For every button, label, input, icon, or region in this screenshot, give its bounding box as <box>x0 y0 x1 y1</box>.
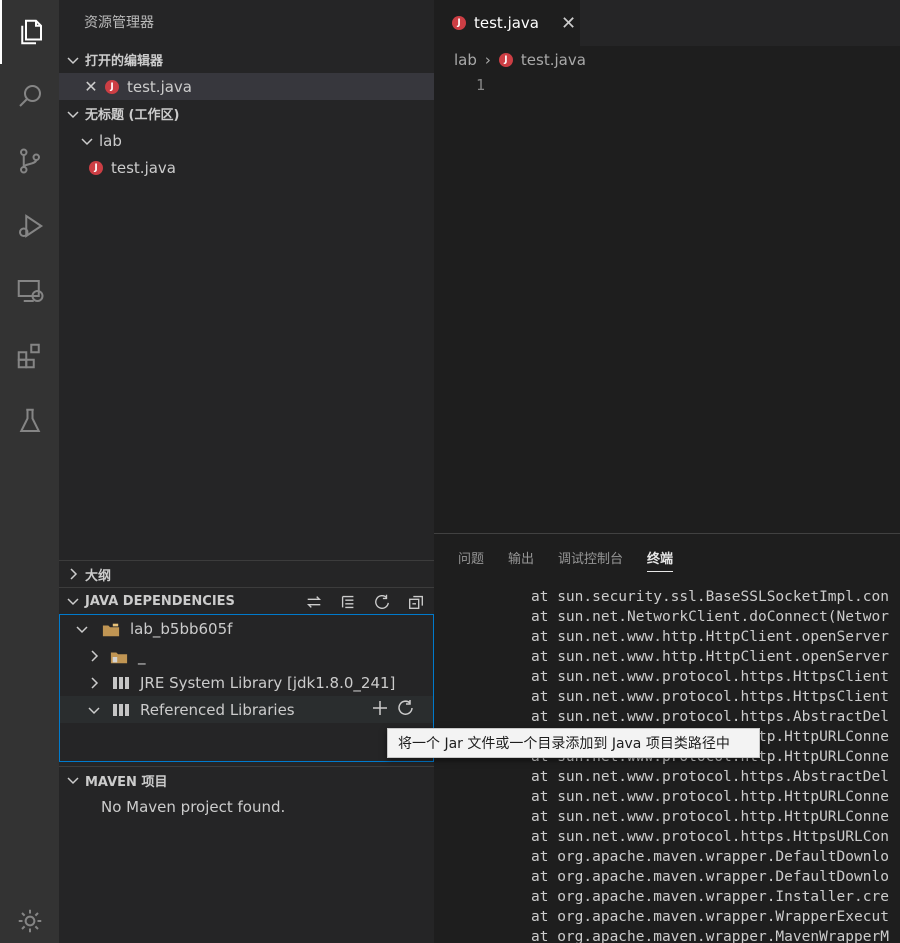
java-dependencies-title: JAVA DEPENDENCIES <box>85 593 235 609</box>
testing-icon[interactable] <box>0 389 59 453</box>
terminal-line: at sun.security.ssl.BaseSSLSocketImpl.co… <box>531 589 889 605</box>
workspace-header[interactable]: 无标题 (工作区) <box>59 100 434 127</box>
chevron-down-icon <box>65 106 81 122</box>
java-file-icon: J <box>89 160 103 175</box>
tab-debug-console[interactable]: 调试控制台 <box>558 534 623 580</box>
terminal-line: at sun.net.www.http.HttpClient.openServe… <box>531 629 889 645</box>
dependency-label: Referenced Libraries <box>140 700 295 719</box>
extensions-icon[interactable] <box>0 324 59 388</box>
terminal-line: at org.apache.maven.wrapper.Installer.cr… <box>531 889 889 905</box>
maven-title: MAVEN 项目 <box>85 774 168 790</box>
breadcrumb-file[interactable]: test.java <box>521 51 586 69</box>
search-icon[interactable] <box>0 64 59 128</box>
terminal-line: at org.apache.maven.wrapper.WrapperExecu… <box>531 909 889 925</box>
close-icon[interactable]: ✕ <box>561 13 576 34</box>
terminal-line: at org.apache.maven.wrapper.MavenWrapper… <box>531 929 889 943</box>
folder-lab[interactable]: lab <box>59 127 434 154</box>
tab-output[interactable]: 输出 <box>508 534 534 580</box>
library-icon <box>112 703 130 717</box>
explorer-sidebar: 资源管理器 打开的编辑器 ✕ J test.java 无标题 (工作区) lab… <box>59 0 434 943</box>
source-control-icon[interactable] <box>0 129 59 193</box>
open-editor-item[interactable]: ✕ J test.java <box>59 73 434 100</box>
hierarchy-view-icon[interactable] <box>338 592 358 612</box>
tooltip: 将一个 Jar 文件或一个目录添加到 Java 项目类路径中 <box>387 728 760 758</box>
terminal-line: at org.apache.maven.wrapper.DefaultDownl… <box>531 849 889 865</box>
panel-tabs: 问题 输出 调试控制台 终端 <box>434 534 900 580</box>
close-icon[interactable]: ✕ <box>83 77 99 96</box>
project-folder-icon <box>102 622 120 636</box>
java-file-icon: J <box>498 52 513 67</box>
file-test-java[interactable]: J test.java <box>59 154 434 181</box>
folder-label: lab <box>99 131 122 150</box>
maven-header[interactable]: MAVEN 项目 <box>59 766 434 793</box>
editor-tabs: J test.java ✕ <box>434 0 900 46</box>
tab-problems[interactable]: 问题 <box>458 534 484 580</box>
chevron-right-icon <box>65 566 81 582</box>
maven-empty-message: No Maven project found. <box>101 797 286 816</box>
open-editors-header[interactable]: 打开的编辑器 <box>59 46 434 73</box>
activity-bar <box>0 0 59 943</box>
dependency-label: JRE System Library [jdk1.8.0_241] <box>140 673 396 692</box>
settings-gear-icon[interactable] <box>0 898 59 943</box>
tab-test-java[interactable]: J test.java ✕ <box>434 0 580 46</box>
remote-explorer-icon[interactable] <box>0 259 59 323</box>
terminal-line: at sun.net.www.http.HttpClient.openServe… <box>531 649 889 665</box>
project-item[interactable]: lab_b5bb605f <box>60 615 433 642</box>
outline-title: 大纲 <box>85 568 112 584</box>
dependency-item[interactable]: Referenced Libraries <box>60 696 433 723</box>
terminal-output[interactable]: at sun.security.ssl.BaseSSLSocketImpl.co… <box>531 587 889 943</box>
project-label: lab_b5bb605f <box>130 619 233 638</box>
chevron-down-icon <box>65 52 81 68</box>
add-icon[interactable] <box>371 699 389 721</box>
java-dependencies-tree: lab_b5bb605f _ JRE System Library [jdk1.… <box>59 614 434 762</box>
toggle-view-icon[interactable] <box>304 592 324 612</box>
package-folder-icon <box>110 649 128 663</box>
dependency-label: _ <box>138 646 146 665</box>
workspace-title: 无标题 (工作区) <box>85 108 180 123</box>
editor-area: J test.java ✕ lab › J test.java 1 <box>434 0 900 533</box>
open-editors-title: 打开的编辑器 <box>85 54 164 69</box>
terminal-line: at sun.net.www.protocol.https.HttpsClien… <box>531 689 889 705</box>
tab-terminal[interactable]: 终端 <box>647 534 674 580</box>
library-icon <box>112 676 130 690</box>
terminal-line: at sun.net.www.protocol.https.HttpsClien… <box>531 669 889 685</box>
line-number: 1 <box>476 76 486 94</box>
terminal-line: at sun.net.www.protocol.http.HttpURLConn… <box>531 789 889 805</box>
chevron-right-icon <box>86 648 102 664</box>
java-file-icon: J <box>452 16 466 30</box>
collapse-all-icon[interactable] <box>406 592 426 612</box>
open-editor-label: test.java <box>127 77 193 96</box>
refresh-icon[interactable] <box>372 592 392 612</box>
sidebar-title: 资源管理器 <box>84 15 154 31</box>
explorer-icon[interactable] <box>0 0 59 64</box>
java-dependencies-header[interactable]: JAVA DEPENDENCIES <box>59 587 434 614</box>
terminal-line: at sun.net.www.protocol.https.HttpsURLCo… <box>531 829 889 845</box>
dependency-item[interactable]: _ <box>60 642 433 669</box>
outline-header[interactable]: 大纲 <box>59 560 434 587</box>
refresh-icon[interactable] <box>397 699 415 721</box>
terminal-line: at sun.net.www.protocol.https.AbstractDe… <box>531 769 889 785</box>
chevron-right-icon <box>86 675 102 691</box>
java-file-icon: J <box>105 79 119 94</box>
terminal-line: at sun.net.NetworkClient.doConnect(Netwo… <box>531 609 889 625</box>
chevron-right-icon: › <box>484 50 491 69</box>
chevron-down-icon <box>65 593 81 609</box>
terminal-line: at sun.net.www.protocol.https.AbstractDe… <box>531 709 889 725</box>
breadcrumb: lab › J test.java <box>434 46 900 73</box>
chevron-down-icon <box>65 772 81 788</box>
terminal-line: at sun.net.www.protocol.http.HttpURLConn… <box>531 809 889 825</box>
file-label: test.java <box>111 158 177 177</box>
chevron-down-icon <box>86 702 102 718</box>
chevron-down-icon <box>79 133 95 149</box>
chevron-down-icon <box>74 621 90 637</box>
terminal-line: at org.apache.maven.wrapper.DefaultDownl… <box>531 869 889 885</box>
tab-label: test.java <box>474 14 540 32</box>
dependency-item[interactable]: JRE System Library [jdk1.8.0_241] <box>60 669 433 696</box>
breadcrumb-folder[interactable]: lab <box>454 51 477 69</box>
run-debug-icon[interactable] <box>0 194 59 258</box>
